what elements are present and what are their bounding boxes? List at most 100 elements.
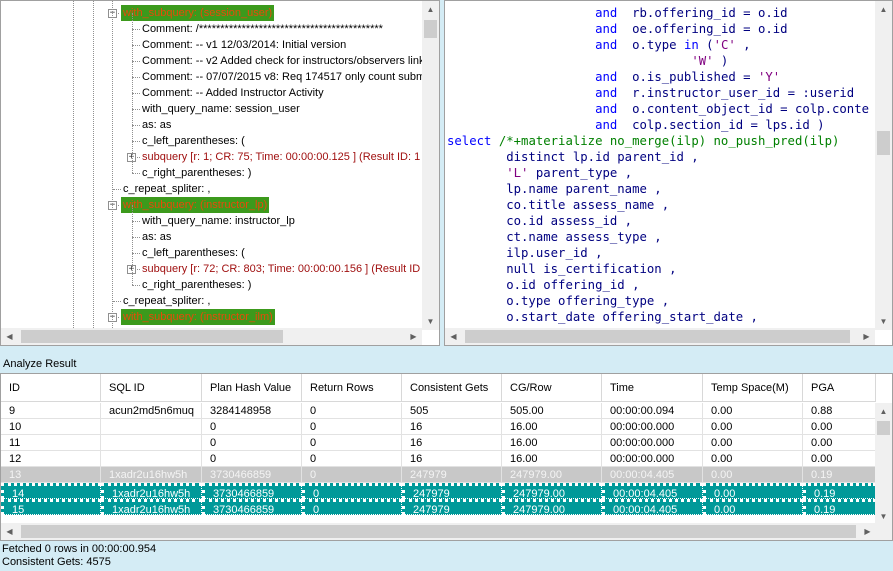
column-header[interactable]: Temp Space(M) xyxy=(703,374,803,402)
tree-node[interactable]: c_left_parentheses: ( xyxy=(142,133,245,149)
column-header[interactable]: Time xyxy=(602,374,703,402)
sql-vertical-scrollbar[interactable]: ▲ ▼ xyxy=(875,1,892,330)
grid-vertical-scrollbar[interactable]: ▲ ▼ xyxy=(875,403,892,525)
tree-node-subquery[interactable]: subquery [r: 1; CR: 75; Time: 00:00:00.1… xyxy=(142,149,420,165)
sql-line: and o.content_object_id = colp.conte xyxy=(447,101,869,117)
tree-vertical-scrollbar[interactable]: ▲ ▼ xyxy=(422,1,439,330)
sql-string: 'C' xyxy=(713,38,736,52)
scroll-thumb[interactable] xyxy=(424,20,437,38)
tree-connector xyxy=(132,141,140,142)
column-header[interactable]: PGA xyxy=(803,374,876,402)
tree-node[interactable]: with_query_name: instructor_lp xyxy=(142,213,295,229)
sql-string: 'W' xyxy=(691,54,714,68)
scroll-left-arrow-icon[interactable]: ◀ xyxy=(1,523,18,540)
sql-keyword: and xyxy=(595,22,618,36)
tree-node[interactable]: c_right_parentheses: ) xyxy=(142,165,251,181)
sql-line: and o.type in ('C' , xyxy=(447,37,751,53)
tree-node[interactable]: Comment: -- v1 12/03/2014: Initial versi… xyxy=(142,37,346,53)
column-header[interactable]: CG/Row xyxy=(502,374,602,402)
grid-horizontal-scrollbar[interactable]: ◀ ▶ xyxy=(1,523,876,540)
table-cell: 247979 xyxy=(402,499,502,515)
scroll-up-arrow-icon[interactable]: ▲ xyxy=(875,403,892,420)
parse-tree-pane[interactable]: with_subquery: (session_user) − Comment: /… xyxy=(0,0,440,346)
sql-horizontal-scrollbar[interactable]: ◀ ▶ xyxy=(445,328,875,345)
scroll-right-arrow-icon[interactable]: ▶ xyxy=(858,328,875,345)
status-fetched: Fetched 0 rows in 00:00:00.954 xyxy=(2,543,157,555)
scroll-thumb[interactable] xyxy=(21,330,283,343)
table-row[interactable]: 9 acun2md5n6muq 3284148958 0 505 505.00 00:00:… xyxy=(1,403,876,419)
tree-node-with-subquery[interactable]: with_subquery: (session_user) xyxy=(121,5,275,21)
table-row[interactable]: 13 1xadr2u16hw5h 3730466859 0 247979 247979.0… xyxy=(1,467,876,483)
table-row[interactable]: 14 1xadr2u16hw5h 3730466859 0 247979 247979.0… xyxy=(1,483,876,499)
tree-node[interactable]: Comment: -- v2 Added check for instructo… xyxy=(142,53,424,69)
column-header[interactable]: Plan Hash Value xyxy=(202,374,302,402)
column-header[interactable]: ID xyxy=(1,374,101,402)
analyze-result-grid[interactable]: ID SQL ID Plan Hash Value Return Rows Consis… xyxy=(0,373,893,541)
column-header[interactable]: SQL ID xyxy=(101,374,202,402)
tree-node[interactable]: as: as xyxy=(142,229,171,245)
sql-keyword: and xyxy=(595,38,618,52)
tree-connector xyxy=(132,77,140,78)
tree-node-subquery[interactable]: subquery [r: 72; CR: 803; Time: 00:00:00… xyxy=(142,261,420,277)
sql-text: o.type offering_type , xyxy=(447,294,670,308)
table-row[interactable]: 12 0 0 16 16.00 00:00:00.000 0.00 0.00 xyxy=(1,451,876,467)
table-cell: 13 xyxy=(1,467,101,483)
scroll-left-arrow-icon[interactable]: ◀ xyxy=(445,328,462,345)
scroll-thumb[interactable] xyxy=(877,421,890,435)
tree-node[interactable]: c_repeat_spliter: , xyxy=(123,293,210,309)
tree-node[interactable]: c_right_parentheses: ) xyxy=(142,277,251,293)
tree-node[interactable]: c_left_parentheses: ( xyxy=(142,245,245,261)
scroll-thumb[interactable] xyxy=(877,131,890,155)
scroll-thumb[interactable] xyxy=(465,330,850,343)
table-row[interactable]: 11 0 0 16 16.00 00:00:00.000 0.00 0.00 xyxy=(1,435,876,451)
column-header[interactable]: Return Rows xyxy=(302,374,402,402)
scroll-down-arrow-icon[interactable]: ▼ xyxy=(422,313,439,330)
tree-node[interactable]: with_query_name: session_user xyxy=(142,101,300,117)
tree-node[interactable]: c_repeat_spliter: , xyxy=(123,181,210,197)
tree-connector xyxy=(132,221,140,222)
scroll-thumb[interactable] xyxy=(21,525,856,538)
table-cell: 0 xyxy=(202,419,302,435)
tree-connector xyxy=(132,125,140,126)
sql-text: co.id assess_id , xyxy=(447,214,633,228)
tree-node[interactable]: Comment: -- Added Instructor Activity xyxy=(142,85,324,101)
tree-horizontal-scrollbar[interactable]: ◀ ▶ xyxy=(1,328,422,345)
sql-text: ( xyxy=(698,38,714,52)
tree-node-with-subquery[interactable]: with_subquery: (instructor_ilm) xyxy=(121,309,275,325)
scroll-left-arrow-icon[interactable]: ◀ xyxy=(1,328,18,345)
column-header[interactable]: Consistent Gets xyxy=(402,374,502,402)
tree-connector xyxy=(132,61,140,62)
sql-line: co.title assess_name , xyxy=(447,197,669,213)
sql-line: ct.name assess_type , xyxy=(447,229,661,245)
table-cell: 16.00 xyxy=(502,419,602,435)
scroll-down-arrow-icon[interactable]: ▼ xyxy=(875,313,892,330)
scroll-up-arrow-icon[interactable]: ▲ xyxy=(875,1,892,18)
tree-connector xyxy=(132,237,140,238)
sql-line: and o.is_published = 'Y' xyxy=(447,69,780,85)
table-cell: 00:00:04.405 xyxy=(602,467,703,483)
table-row[interactable]: 10 0 0 16 16.00 00:00:00.000 0.00 0.00 xyxy=(1,419,876,435)
sql-text: null is_certification , xyxy=(447,262,677,276)
sql-line: o.id offering_id , xyxy=(447,277,639,293)
sql-keyword: select xyxy=(447,134,492,148)
tree-node-with-subquery[interactable]: with_subquery: (instructor_lp) xyxy=(121,197,270,213)
tree-node[interactable]: as: as xyxy=(142,117,171,133)
scroll-right-arrow-icon[interactable]: ▶ xyxy=(859,523,876,540)
table-row[interactable]: 15 1xadr2u16hw5h 3730466859 0 247979 247979.0… xyxy=(1,499,876,515)
table-cell: 0 xyxy=(202,435,302,451)
sql-editor-pane[interactable]: and rb.offering_id = o.id and oe.offerin… xyxy=(444,0,893,346)
table-cell: 00:00:04.405 xyxy=(602,483,703,499)
tree-guide-line xyxy=(132,13,133,173)
scrollbar-corner xyxy=(875,523,892,540)
tree-node[interactable]: Comment: -- 07/07/2015 v8: Req 174517 on… xyxy=(142,69,425,85)
table-cell: 0 xyxy=(202,451,302,467)
tree-node[interactable]: Comment: /******************************… xyxy=(142,21,383,37)
scroll-right-arrow-icon[interactable]: ▶ xyxy=(405,328,422,345)
table-cell: 16 xyxy=(402,451,502,467)
table-cell: 0.00 xyxy=(703,483,803,499)
scroll-up-arrow-icon[interactable]: ▲ xyxy=(422,1,439,18)
table-cell: 0.00 xyxy=(703,403,803,419)
